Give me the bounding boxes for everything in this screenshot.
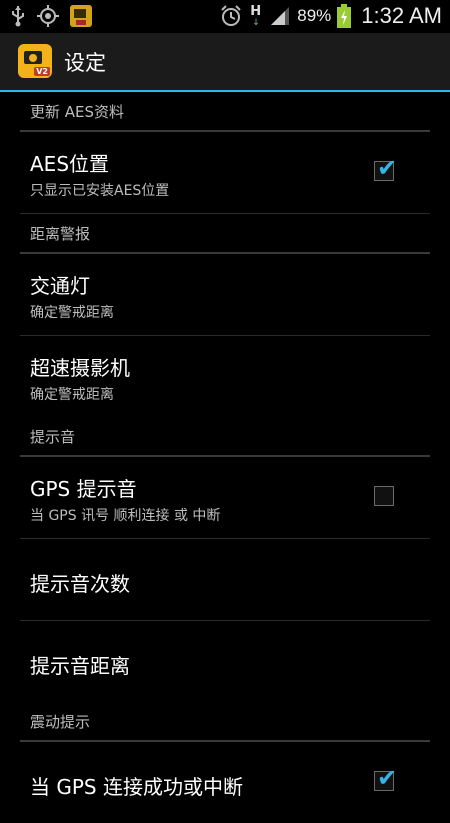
status-time: 1:32 AM [361, 3, 442, 28]
pref-title: AES位置 [30, 152, 110, 176]
category-alert-sound: 提示音 [20, 417, 430, 457]
battery-percent: 89% [297, 6, 332, 25]
pref-summary: 只显示已安装AES位置 [30, 183, 170, 199]
category-vibration: 震动提示 [20, 702, 430, 742]
pref-title: 提示音距离 [30, 654, 130, 678]
usb-icon [12, 6, 24, 27]
pref-gps-sound[interactable]: GPS 提示音 当 GPS 讯号 顺利连接 或 中断 [20, 457, 430, 539]
category-aes-update: 更新 AES资料 [20, 92, 430, 132]
gps-sound-checkbox[interactable] [374, 486, 394, 506]
pref-sound-count[interactable]: 提示音次数 [20, 539, 430, 621]
status-left-icons [10, 5, 92, 27]
pref-summary: 当 GPS 讯号 顺利连接 或 中断 [30, 508, 221, 524]
alarm-icon [221, 5, 241, 26]
aes-location-checkbox[interactable]: ✔ [374, 154, 397, 182]
page-title: 设定 [64, 51, 106, 75]
checkmark-icon: ✔ [377, 764, 398, 792]
pref-sound-distance[interactable]: 提示音距离 [20, 621, 430, 702]
category-distance-alert: 距离警报 [20, 214, 430, 254]
category-label: 提示音 [30, 428, 76, 446]
category-label: 距离警报 [30, 225, 91, 243]
pref-title: 当 GPS 连接成功或中断 [30, 775, 243, 799]
status-bar: H ↓ 89% 1:32 AM [0, 0, 450, 33]
status-right-icons: H ↓ 89% 1:32 AM [219, 3, 442, 29]
pref-summary: 确定警戒距离 [30, 305, 114, 321]
battery-charging-icon [337, 4, 352, 28]
gps-icon [37, 5, 59, 27]
pref-title: GPS 提示音 [30, 477, 137, 501]
pref-summary: 确定警戒距离 [30, 387, 114, 403]
pref-speed-camera[interactable]: 超速摄影机 确定警戒距离 [20, 336, 430, 417]
gps-vibrate-checkbox[interactable]: ✔ [374, 764, 397, 792]
app-version-badge: V2 [34, 67, 50, 76]
checkmark-icon: ✔ [377, 154, 398, 182]
category-label: 震动提示 [30, 713, 91, 731]
app-icon[interactable]: V2 [18, 44, 52, 78]
category-label: 更新 AES资料 [30, 103, 125, 121]
action-bar: V2 设定 [0, 33, 450, 92]
pref-aes-location[interactable]: AES位置 只显示已安装AES位置 ✔ [20, 132, 430, 214]
pref-title: 交通灯 [30, 274, 90, 298]
pref-title: 提示音次数 [30, 572, 130, 596]
pref-traffic-light[interactable]: 交通灯 确定警戒距离 [20, 254, 430, 336]
preferences-list: 更新 AES资料 AES位置 只显示已安装AES位置 ✔ 距离警报 交通灯 确定… [0, 92, 450, 823]
app-notification-icon [70, 5, 92, 27]
pref-gps-vibrate[interactable]: 当 GPS 连接成功或中断 ✔ [20, 742, 430, 823]
pref-title: 超速摄影机 [30, 356, 130, 380]
network-h-icon: H ↓ [250, 4, 262, 28]
signal-icon [271, 7, 290, 25]
